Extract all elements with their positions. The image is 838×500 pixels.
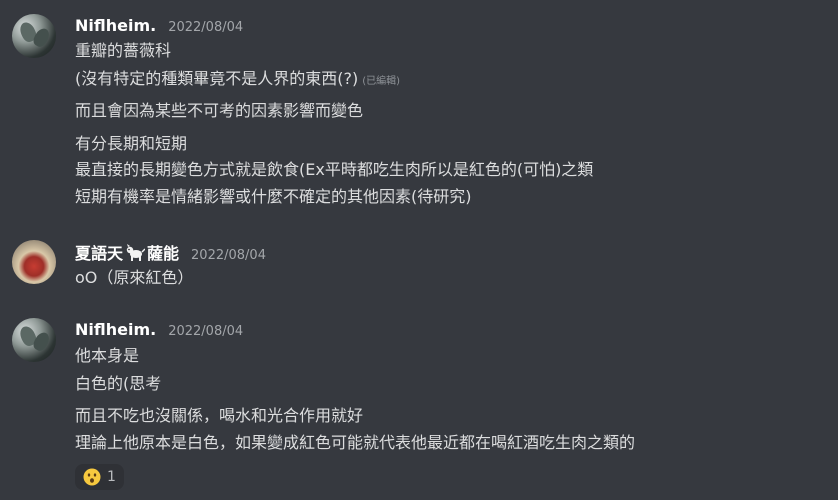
- reaction-count: 1: [107, 469, 116, 485]
- timestamp: 2022/08/04: [168, 324, 244, 339]
- reaction-button[interactable]: 1: [75, 464, 124, 490]
- username-suffix: 薩能: [147, 244, 180, 263]
- message-text: 最直接的長期變色方式就是飲食(Ex平時都吃生肉所以是紅色的(可怕)之類: [75, 160, 594, 179]
- message-text: 重瓣的薔薇科: [75, 41, 172, 60]
- message-text: oO（原來紅色）: [75, 268, 194, 287]
- message-header: 夏語天 薩能 2022/08/04: [75, 240, 266, 264]
- message-text: 而且會因為某些不可考的因素影響而變色: [75, 101, 364, 120]
- avatar[interactable]: [12, 318, 56, 362]
- message-text: 有分長期和短期: [75, 134, 188, 153]
- message-header: Niflheim. 2022/08/04: [75, 320, 243, 342]
- avatar[interactable]: [12, 240, 56, 284]
- message-text: (沒有特定的種類畢竟不是人界的東西(?) (已編輯): [75, 68, 400, 93]
- message-text: 而且不吃也沒關係，喝水和光合作用就好: [75, 406, 364, 425]
- username-prefix: 夏語天: [75, 244, 124, 263]
- message-text: 理論上他原本是白色，如果變成紅色可能就代表他最近都在喝紅酒吃生肉之類的: [75, 433, 636, 452]
- dog-emoji-icon: [126, 244, 146, 261]
- avatar[interactable]: [12, 14, 56, 58]
- message-text: 白色的(思考: [75, 374, 162, 393]
- timestamp: 2022/08/04: [191, 248, 266, 263]
- hushed-face-icon: [83, 468, 101, 486]
- message-header: Niflheim. 2022/08/04: [75, 16, 243, 38]
- message-text: 短期有機率是情緒影響或什麼不確定的其他因素(待研究): [75, 187, 472, 206]
- timestamp: 2022/08/04: [168, 20, 244, 35]
- username[interactable]: Niflheim.: [75, 16, 156, 35]
- message-text-content: (沒有特定的種類畢竟不是人界的東西(?): [75, 69, 359, 88]
- message-text: 他本身是: [75, 346, 140, 365]
- username[interactable]: Niflheim.: [75, 320, 156, 339]
- edited-label: (已編輯): [362, 76, 401, 87]
- username[interactable]: 夏語天 薩能: [75, 240, 179, 264]
